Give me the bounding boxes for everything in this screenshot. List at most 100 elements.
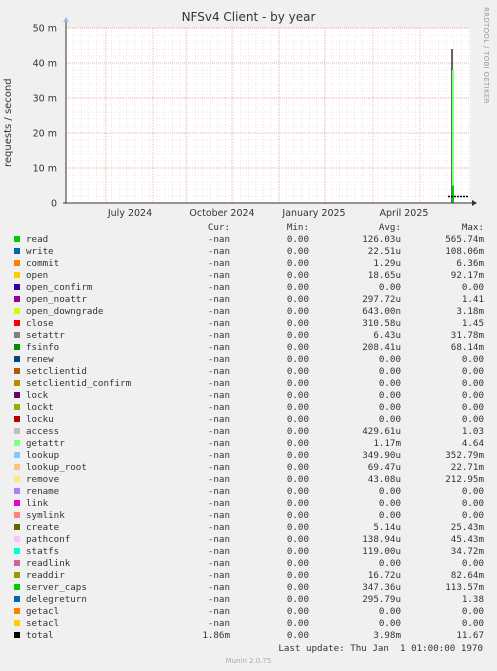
avg-value: 1.17m — [373, 438, 401, 449]
min-value: 0.00 — [286, 486, 309, 497]
min-value: 0.00 — [286, 306, 309, 317]
max-value: 25.43m — [450, 522, 484, 533]
legend-swatch — [14, 512, 20, 518]
series-name: setclientid — [26, 366, 87, 377]
legend-swatch — [14, 524, 20, 530]
series-name: renew — [26, 354, 54, 365]
avg-value: 3.98m — [373, 630, 401, 641]
legend-swatch — [14, 560, 20, 566]
avg-value: 0.00 — [378, 282, 401, 293]
max-value: 1.03 — [461, 426, 484, 437]
legend-row: lockt -nan 0.00 0.00 0.00 — [0, 402, 497, 414]
max-value: 212.95m — [445, 474, 484, 485]
min-value: 0.00 — [286, 234, 309, 245]
x-ticks: July 2024 October 2024 January 2025 April 2… — [107, 208, 429, 219]
avg-value: 310.58u — [362, 318, 401, 329]
y-tick-label: 30 m — [33, 94, 57, 105]
max-value: 352.79m — [445, 450, 484, 461]
max-value: 1.45 — [461, 318, 484, 329]
legend-swatch — [14, 440, 20, 446]
cur-value: -nan — [207, 402, 230, 413]
cur-value: 1.86m — [202, 630, 230, 641]
cur-value: -nan — [207, 330, 230, 341]
cur-value: -nan — [207, 486, 230, 497]
max-value: 0.00 — [461, 606, 484, 617]
cur-value: -nan — [207, 498, 230, 509]
min-value: 0.00 — [286, 498, 309, 509]
legend-row: lock -nan 0.00 0.00 0.00 — [0, 390, 497, 402]
legend-swatch — [14, 596, 20, 602]
cur-value: -nan — [207, 282, 230, 293]
max-value: 68.14m — [450, 342, 484, 353]
legend-swatch — [14, 296, 20, 302]
min-value: 0.00 — [286, 270, 309, 281]
legend-row: open_confirm -nan 0.00 0.00 0.00 — [0, 282, 497, 294]
legend-swatch — [14, 272, 20, 278]
header-min: Min: — [286, 222, 309, 233]
min-value: 0.00 — [286, 510, 309, 521]
avg-value: 22.51u — [367, 246, 401, 257]
cur-value: -nan — [207, 426, 230, 437]
min-value: 0.00 — [286, 522, 309, 533]
cur-value: -nan — [207, 414, 230, 425]
y-tick-label: 0 — [51, 199, 57, 210]
x-tick-label: April 2025 — [380, 208, 429, 219]
legend-row: setacl -nan 0.00 0.00 0.00 — [0, 618, 497, 630]
legend-row: symlink -nan 0.00 0.00 0.00 — [0, 510, 497, 522]
max-value: 0.00 — [461, 498, 484, 509]
max-value: 0.00 — [461, 354, 484, 365]
cur-value: -nan — [207, 474, 230, 485]
legend-row: setclientid_confirm -nan 0.00 0.00 0.00 — [0, 378, 497, 390]
min-value: 0.00 — [286, 390, 309, 401]
series-name: delegreturn — [26, 594, 87, 605]
legend-row: commit -nan 0.00 1.29u 6.36m — [0, 258, 497, 270]
legend-row: server_caps -nan 0.00 347.36u 113.57m — [0, 582, 497, 594]
min-value: 0.00 — [286, 558, 309, 569]
min-value: 0.00 — [286, 330, 309, 341]
legend-swatch — [14, 344, 20, 350]
legend-header: Cur: Min: Avg: Max: — [0, 222, 497, 234]
avg-value: 69.47u — [367, 462, 401, 473]
legend-swatch — [14, 260, 20, 266]
chart-plot: 0 10 m 20 m 30 m 40 m 50 m July 2024 October 2… — [33, 17, 477, 219]
legend-swatch — [14, 416, 20, 422]
series-name: lockt — [26, 402, 54, 413]
min-value: 0.00 — [286, 246, 309, 257]
min-value: 0.00 — [286, 450, 309, 461]
series-name: open_downgrade — [26, 306, 104, 317]
avg-value: 0.00 — [378, 390, 401, 401]
legend-row: readlink -nan 0.00 0.00 0.00 — [0, 558, 497, 570]
avg-value: 643.00n — [362, 306, 401, 317]
min-value: 0.00 — [286, 462, 309, 473]
legend-swatch — [14, 356, 20, 362]
max-value: 1.41 — [461, 294, 484, 305]
max-value: 565.74m — [445, 234, 484, 245]
legend-swatch — [14, 368, 20, 374]
avg-value: 0.00 — [378, 366, 401, 377]
cur-value: -nan — [207, 438, 230, 449]
header-max: Max: — [461, 222, 484, 233]
series-name: rename — [26, 486, 60, 497]
max-value: 31.78m — [450, 330, 484, 341]
cur-value: -nan — [207, 234, 230, 245]
avg-value: 18.65u — [367, 270, 401, 281]
avg-value: 119.00u — [362, 546, 401, 557]
max-value: 34.72m — [450, 546, 484, 557]
min-value: 0.00 — [286, 294, 309, 305]
avg-value: 295.79u — [362, 594, 401, 605]
header-cur: Cur: — [207, 222, 230, 233]
series-name: open_noattr — [26, 294, 87, 305]
max-value: 113.57m — [445, 582, 484, 593]
legend-row: locku -nan 0.00 0.00 0.00 — [0, 414, 497, 426]
cur-value: -nan — [207, 522, 230, 533]
series-name: setclientid_confirm — [26, 378, 132, 389]
cur-value: -nan — [207, 594, 230, 605]
cur-value: -nan — [207, 246, 230, 257]
cur-value: -nan — [207, 582, 230, 593]
max-value: 0.00 — [461, 390, 484, 401]
legend-swatch — [14, 548, 20, 554]
legend-swatch — [14, 464, 20, 470]
legend-row: close -nan 0.00 310.58u 1.45 — [0, 318, 497, 330]
series-name: server_caps — [26, 582, 87, 593]
min-value: 0.00 — [286, 582, 309, 593]
